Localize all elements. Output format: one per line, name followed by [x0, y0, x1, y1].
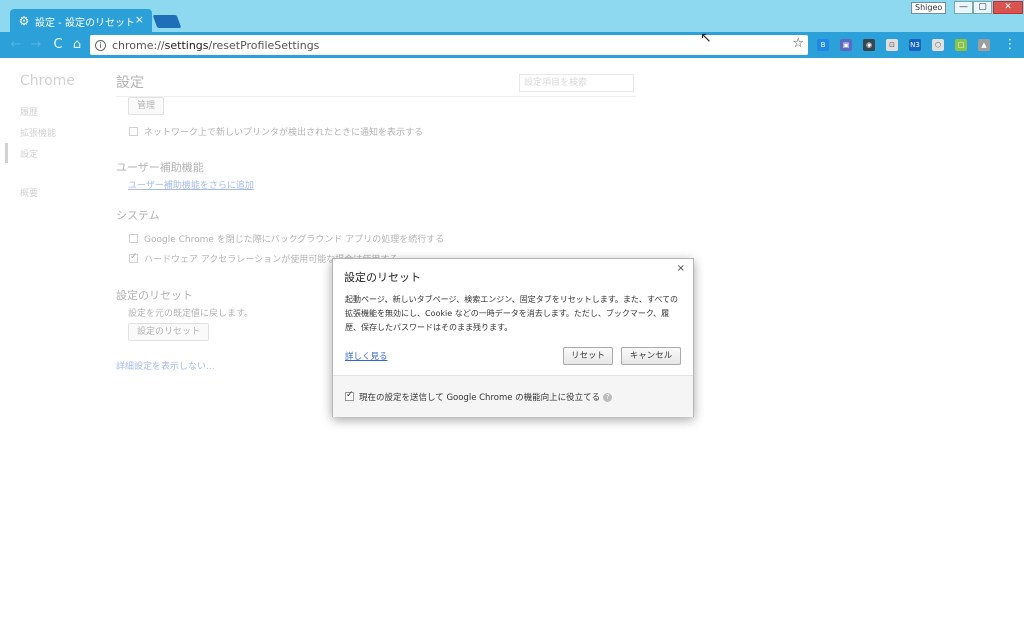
feedback-label: 現在の設定を送信して Google Chrome の機能向上に役立てる?: [359, 391, 613, 403]
extension-icon-5[interactable]: N3: [909, 39, 921, 51]
printer-notify-checkbox[interactable]: [129, 127, 138, 136]
pocket-icon[interactable]: ◉: [863, 39, 875, 51]
sidebar-item-extensions[interactable]: 拡張機能: [20, 126, 56, 139]
system-heading: システム: [116, 209, 160, 222]
extension-icon-2[interactable]: ▣: [840, 39, 852, 51]
sidebar-active-marker: [5, 143, 8, 163]
reload-icon[interactable]: C: [50, 37, 66, 53]
browser-toolbar: ← → C ⌂ i chrome://settings/resetProfile…: [0, 32, 1024, 58]
page-title: 設定: [116, 75, 144, 91]
bookmark-star-icon[interactable]: ☆: [792, 36, 804, 51]
extension-icon-8[interactable]: ▲: [978, 39, 990, 51]
reset-button[interactable]: リセット: [563, 347, 613, 365]
title-bar: ⚙ 設定 - 設定のリセット × Shigeo — ▢ ✕: [0, 0, 1024, 33]
sidebar-item-about[interactable]: 概要: [20, 186, 38, 199]
url-path: settings: [164, 38, 209, 52]
dialog-body: 起動ページ、新しいタブページ、検索エンジン、固定タブをリセットします。また、すべ…: [345, 295, 679, 332]
forward-arrow-icon[interactable]: →: [28, 37, 44, 53]
url-prefix: chrome://: [112, 38, 165, 52]
manage-button[interactable]: 管理: [128, 97, 165, 115]
dialog-close-icon[interactable]: ×: [677, 263, 685, 274]
sidebar-item-history[interactable]: 履歴: [20, 105, 38, 118]
extension-icon-7[interactable]: □: [955, 39, 967, 51]
divider: [116, 96, 636, 97]
reset-description: 設定を元の既定値に戻します。: [128, 309, 254, 319]
mouse-cursor-icon: ↖: [700, 30, 712, 46]
extension-icon-4[interactable]: ⊡: [886, 39, 898, 51]
menu-icon[interactable]: ⋮: [1002, 37, 1018, 53]
back-arrow-icon[interactable]: ←: [8, 37, 24, 53]
accessibility-link[interactable]: ユーザー補助機能をさらに追加: [128, 178, 254, 191]
extension-icon-6[interactable]: ⬡: [932, 39, 944, 51]
minimize-button[interactable]: —: [954, 1, 973, 14]
chrome-brand: Chrome: [20, 73, 75, 89]
background-apps-label: Google Chrome を閉じた際にバックグラウンド アプリの処理を続行する: [144, 235, 445, 245]
background-apps-checkbox[interactable]: [129, 234, 138, 243]
tab-settings-reset[interactable]: ⚙ 設定 - 設定のリセット ×: [10, 9, 152, 33]
sidebar-item-settings[interactable]: 設定: [20, 147, 38, 160]
dialog-title: 設定のリセット: [344, 271, 421, 284]
accessibility-heading: ユーザー補助機能: [116, 161, 204, 174]
profile-button[interactable]: Shigeo: [911, 2, 947, 14]
close-window-button[interactable]: ✕: [993, 1, 1023, 14]
printer-notify-label: ネットワーク上で新しいプリンタが検出されたときに通知を表示する: [144, 128, 424, 138]
settings-search-input[interactable]: 設定項目を検索: [519, 74, 634, 92]
home-icon[interactable]: ⌂: [69, 37, 85, 53]
reset-settings-button[interactable]: 設定のリセット: [128, 323, 210, 341]
hide-advanced-link[interactable]: 詳細設定を表示しない...: [116, 359, 215, 372]
info-icon[interactable]: i: [95, 39, 106, 51]
new-tab-button[interactable]: [152, 15, 182, 28]
feedback-checkbox[interactable]: [345, 390, 354, 401]
dialog-footer: 現在の設定を送信して Google Chrome の機能向上に役立てる?: [333, 375, 693, 417]
help-icon[interactable]: ?: [603, 393, 613, 402]
cancel-button[interactable]: キャンセル: [621, 347, 681, 365]
gear-icon: ⚙: [18, 14, 30, 28]
hardware-accel-checkbox[interactable]: [129, 252, 138, 263]
extension-icon-1[interactable]: B: [817, 39, 829, 51]
url-rest: /resetProfileSettings: [208, 38, 320, 52]
tab-close-icon[interactable]: ×: [135, 13, 144, 26]
reset-heading: 設定のリセット: [116, 289, 193, 302]
reset-settings-dialog: 設定のリセット × 起動ページ、新しいタブページ、検索エンジン、固定タブをリセッ…: [332, 258, 694, 417]
learn-more-link[interactable]: 詳しく見る: [345, 350, 388, 362]
tab-title: 設定 - 設定のリセット: [35, 17, 135, 29]
maximize-button[interactable]: ▢: [973, 1, 992, 14]
